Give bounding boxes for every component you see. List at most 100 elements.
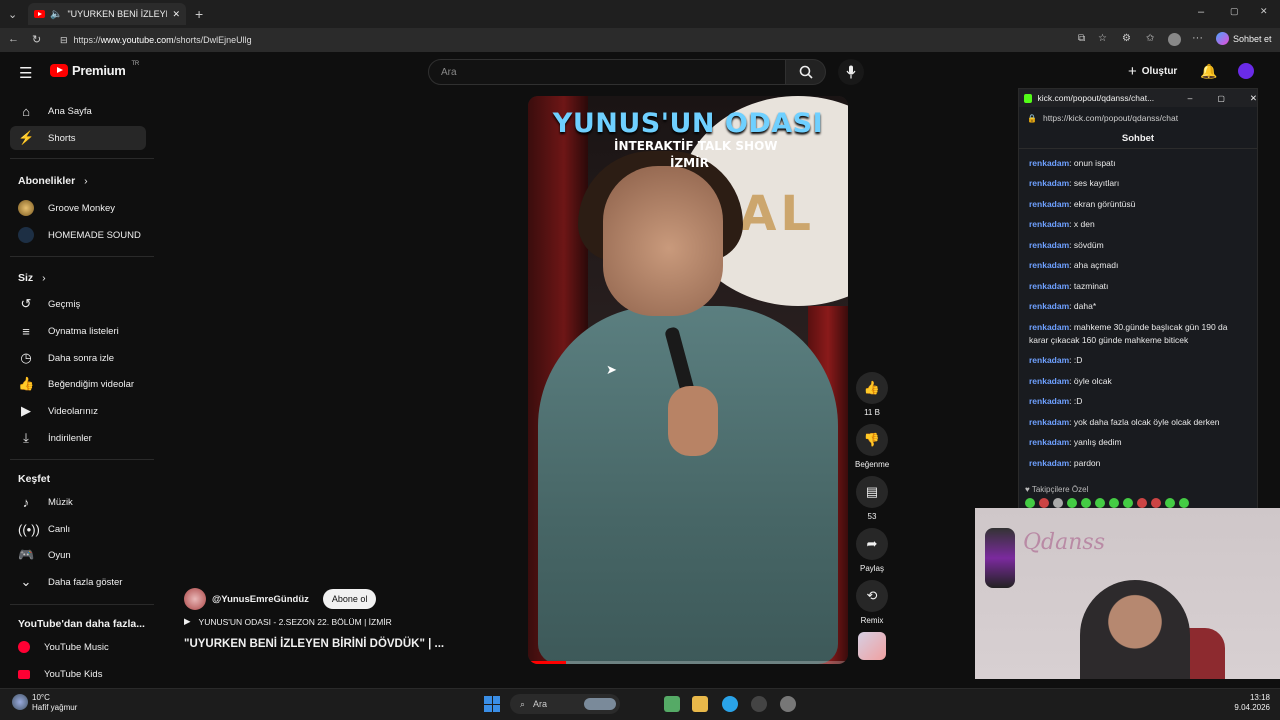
hamburger-menu-icon[interactable]: ☰ <box>19 64 32 82</box>
chat-username[interactable]: renkadam <box>1029 355 1069 365</box>
sidebar-item-your-videos[interactable]: ▶ Videolarınız <box>10 399 146 423</box>
chat-username[interactable]: renkadam <box>1029 281 1069 291</box>
video-progress-bar[interactable] <box>528 661 848 664</box>
more-menu-icon[interactable]: ··· <box>1192 32 1203 44</box>
account-avatar[interactable] <box>1238 63 1254 79</box>
speaker-icon[interactable]: 🔈 <box>50 9 62 20</box>
emote-icon[interactable] <box>1039 498 1049 508</box>
favorites-icon[interactable]: ✩ <box>1146 33 1154 44</box>
chat-username[interactable]: renkadam <box>1029 260 1069 270</box>
copilot-button[interactable]: Sohbet et <box>1216 32 1272 45</box>
create-button[interactable]: + Oluştur <box>1128 63 1177 80</box>
taskbar-search[interactable]: ⌕ Ara <box>510 694 620 714</box>
maximize-icon[interactable]: ▢ <box>1217 94 1225 103</box>
sidebar-item-gaming[interactable]: 🎮 Oyun <box>10 543 146 567</box>
search-input[interactable]: Ara <box>428 59 786 85</box>
tab-close-icon[interactable]: ✕ <box>172 9 180 20</box>
chat-tab[interactable]: Sohbet <box>1019 129 1257 149</box>
video-title[interactable]: "UYURKEN BENİ İZLEYEN BİRİNİ DÖVDÜK" | .… <box>184 638 444 650</box>
youtube-logo[interactable]: Premium TR <box>50 61 139 78</box>
sound-thumbnail[interactable] <box>858 632 886 660</box>
emote-icon[interactable] <box>1095 498 1105 508</box>
sidebar-item-home[interactable]: ⌂ Ana Sayfa <box>10 99 146 123</box>
notifications-bell-icon[interactable]: 🔔 <box>1200 63 1217 80</box>
favorite-star-icon[interactable]: ☆ <box>1098 33 1107 44</box>
url-field[interactable]: ⊟ https://www.youtube.com/shorts/DwlEjne… <box>52 30 1202 50</box>
chat-username[interactable]: renkadam <box>1029 376 1069 386</box>
browser-tab-active[interactable]: 🔈 "UYURKEN BENİ İZLEYEN BİRİ ✕ <box>28 3 186 25</box>
obs-icon[interactable] <box>751 696 767 712</box>
sidebar-item-homemade-sound[interactable]: HOMEMADE SOUND <box>10 223 146 247</box>
chat-username[interactable]: renkadam <box>1029 199 1069 209</box>
playlist-link[interactable]: ▶ YUNUS'UN ODASI - 2.SEZON 22. BÖLÜM | İ… <box>184 616 392 627</box>
sidebar-item-history[interactable]: ↺ Geçmiş <box>10 292 146 316</box>
chat-username[interactable]: renkadam <box>1029 396 1069 406</box>
weather-widget[interactable]: 10°C Hafif yağmur <box>32 693 77 713</box>
split-screen-icon[interactable]: ⧉ <box>1078 33 1085 44</box>
sidebar-item-shorts[interactable]: ⚡ Shorts <box>10 126 146 150</box>
emote-icon[interactable] <box>1137 498 1147 508</box>
close-icon[interactable]: ✕ <box>1250 93 1257 104</box>
minimize-icon[interactable]: – <box>1198 6 1204 18</box>
emote-icon[interactable] <box>1123 498 1133 508</box>
edge-browser-icon[interactable] <box>722 696 738 712</box>
site-info-icon[interactable]: ⊟ <box>60 35 68 46</box>
chat-username[interactable]: renkadam <box>1029 322 1069 332</box>
emote-icon[interactable] <box>1067 498 1077 508</box>
start-button[interactable] <box>484 696 500 712</box>
chat-username[interactable]: renkadam <box>1029 437 1069 447</box>
subscriptions-header[interactable]: Abonelikler › <box>18 175 88 187</box>
chat-username[interactable]: renkadam <box>1029 417 1069 427</box>
sidebar-item-youtube-kids[interactable]: YouTube Kids <box>10 662 146 686</box>
system-clock[interactable]: 13:18 9.04.2026 <box>1228 693 1270 713</box>
emote-icon[interactable] <box>1053 498 1063 508</box>
weather-icon[interactable] <box>12 694 28 710</box>
close-window-icon[interactable]: ✕ <box>1260 6 1268 17</box>
sidebar-item-watch-later[interactable]: ◷ Daha sonra izle <box>10 346 146 370</box>
emote-icon[interactable] <box>1151 498 1161 508</box>
comments-button[interactable]: ▤ 53 <box>855 476 889 521</box>
dislike-button[interactable]: 👎 Beğenme <box>855 424 889 469</box>
remix-button[interactable]: ⟲ Remix <box>855 580 889 625</box>
like-button[interactable]: 👍 11 B <box>855 372 889 417</box>
emote-icon[interactable] <box>1025 498 1035 508</box>
settings-icon[interactable] <box>780 696 796 712</box>
sidebar-item-show-more[interactable]: ⌄ Daha fazla göster <box>10 570 146 594</box>
chat-username[interactable]: renkadam <box>1029 458 1069 468</box>
chat-url-bar[interactable]: 🔒 https://kick.com/popout/qdanss/chat <box>1019 107 1257 129</box>
reload-icon[interactable]: ↻ <box>32 33 41 46</box>
chat-username[interactable]: renkadam <box>1029 178 1069 188</box>
chat-username[interactable]: renkadam <box>1029 158 1069 168</box>
extension-icon[interactable]: ⚙ <box>1122 33 1131 44</box>
sidebar-item-live[interactable]: ((•)) Canlı <box>10 517 146 541</box>
voice-search-button[interactable] <box>838 59 864 85</box>
subscribe-button[interactable]: Abone ol <box>322 589 377 609</box>
back-icon[interactable]: ← <box>8 33 19 45</box>
sidebar-item-playlists[interactable]: ≡ Oynatma listeleri <box>10 319 146 343</box>
emote-icon[interactable] <box>1165 498 1175 508</box>
share-button[interactable]: ➦ Paylaş <box>855 528 889 573</box>
new-tab-icon[interactable]: + <box>195 6 203 22</box>
profile-avatar[interactable] <box>1168 33 1181 46</box>
file-explorer-icon[interactable] <box>692 696 708 712</box>
shorts-video-player[interactable]: KAL YUNUS'UN ODASI İNTERAKTİF TALK SHOW … <box>528 96 848 664</box>
emote-icon[interactable] <box>1179 498 1189 508</box>
minimize-icon[interactable]: – <box>1188 93 1193 103</box>
emote-icon[interactable] <box>1081 498 1091 508</box>
chat-username[interactable]: renkadam <box>1029 219 1069 229</box>
task-view-icon[interactable] <box>664 696 680 712</box>
tab-list-icon[interactable]: ⌄ <box>8 8 17 21</box>
maximize-icon[interactable]: ▢ <box>1230 6 1239 17</box>
you-header[interactable]: Siz › <box>18 272 46 284</box>
channel-name[interactable]: @YunusEmreGündüz <box>212 594 309 605</box>
chat-username[interactable]: renkadam <box>1029 240 1069 250</box>
sidebar-item-liked-videos[interactable]: 👍 Beğendiğim videolar <box>10 372 146 396</box>
search-button[interactable] <box>786 59 826 85</box>
sidebar-item-music[interactable]: ♪ Müzik <box>10 490 146 514</box>
emote-icon[interactable] <box>1109 498 1119 508</box>
sidebar-item-youtube-music[interactable]: YouTube Music <box>10 635 146 659</box>
sidebar-item-groove-monkey[interactable]: Groove Monkey <box>10 196 146 220</box>
sidebar-item-downloads[interactable]: ⤓ İndirilenler <box>10 426 146 450</box>
chat-username[interactable]: renkadam <box>1029 301 1069 311</box>
channel-avatar[interactable] <box>184 588 206 610</box>
